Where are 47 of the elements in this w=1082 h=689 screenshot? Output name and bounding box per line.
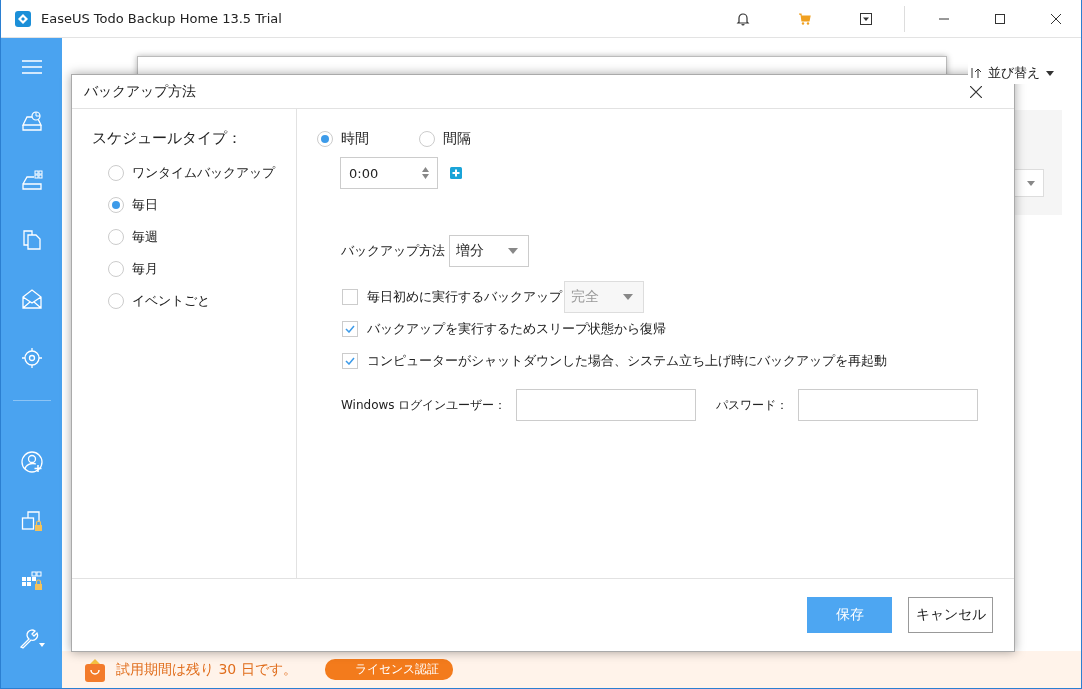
password-input[interactable] <box>798 389 979 421</box>
caret-icon <box>508 248 518 254</box>
caret-icon <box>623 294 633 300</box>
dialog-title: バックアップ方法 <box>84 82 196 101</box>
option-checkbox[interactable]: コンピューターがシャットダウンした場合、システム立ち上げ時にバックアップを再起動 <box>342 345 887 377</box>
time-field[interactable]: 0:00 <box>340 157 438 189</box>
envelope-icon[interactable] <box>20 288 43 310</box>
app-logo-icon <box>15 10 31 27</box>
files-icon[interactable] <box>20 229 43 251</box>
caret-icon <box>1027 180 1035 186</box>
target-icon[interactable] <box>20 347 43 369</box>
backup-method-select[interactable]: 増分 <box>449 235 529 267</box>
menu-icon[interactable] <box>21 60 42 74</box>
cart-icon[interactable] <box>798 11 812 26</box>
schedule-radio[interactable]: 毎週 <box>108 221 158 253</box>
check-icon <box>345 357 355 365</box>
shopping-bag-icon <box>84 657 106 682</box>
grid-lock-icon[interactable] <box>20 569 43 591</box>
dropdown-box-icon[interactable] <box>860 12 872 25</box>
spinner-arrows-icon[interactable] <box>422 167 429 179</box>
backup-method-label: バックアップ方法 <box>341 242 445 260</box>
sort-icon <box>970 67 982 79</box>
clone-lock-icon[interactable] <box>20 510 43 532</box>
trial-message: 試用期間は残り 30 日です。 <box>116 660 297 679</box>
user-add-icon[interactable] <box>20 451 43 473</box>
disk-chart-icon[interactable] <box>20 111 43 133</box>
schedule-radio[interactable]: イベントごと <box>108 285 210 317</box>
schedule-radio[interactable]: 毎月 <box>108 253 158 285</box>
disk-grid-icon[interactable] <box>20 170 43 192</box>
maximize-icon[interactable] <box>995 13 1005 24</box>
window-title: EaseUS Todo Backup Home 13.5 Trial <box>41 11 282 26</box>
time-mode-radio[interactable]: 間隔 <box>419 129 471 149</box>
time-mode-radio[interactable]: 時間 <box>317 129 369 149</box>
user-input[interactable] <box>516 389 697 421</box>
cancel-button[interactable]: キャンセル <box>908 597 993 633</box>
close-icon[interactable] <box>1051 13 1061 24</box>
check-icon <box>345 325 355 333</box>
schedule-type-label: スケジュールタイプ： <box>92 129 242 148</box>
add-icon[interactable] <box>450 167 462 179</box>
bell-icon[interactable] <box>736 11 750 26</box>
schedule-radio[interactable]: ワンタイムバックアップ <box>108 157 275 189</box>
caret-icon <box>1046 70 1054 76</box>
password-label: パスワード： <box>716 396 789 414</box>
close-icon[interactable] <box>970 85 982 98</box>
login-user-label: Windows ログインユーザー： <box>341 396 507 414</box>
option-checkbox[interactable]: バックアップを実行するためスリープ状態から復帰 <box>342 313 666 345</box>
schedule-radio[interactable]: 毎日 <box>108 189 158 221</box>
